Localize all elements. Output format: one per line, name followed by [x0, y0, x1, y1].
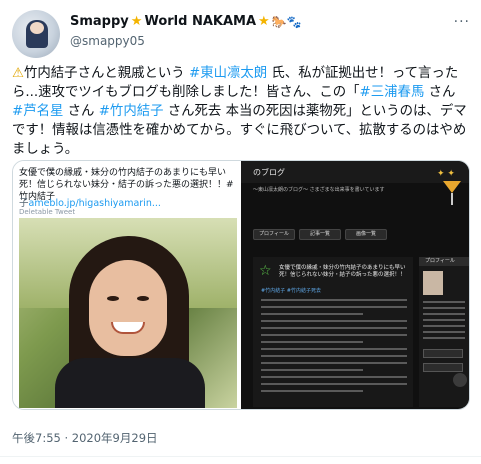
embedded-sub-label: Deletable Tweet — [19, 208, 76, 216]
horse-paw-emoji: 🐎🐾 — [271, 14, 302, 29]
scroll-top-button[interactable] — [453, 373, 467, 387]
blog-nav: プロフィール 記事一覧 画像一覧 — [253, 229, 387, 240]
blog-tagline: 〜東山凛太朗のブログ〜 さまざまな出来事を書いています — [253, 187, 385, 193]
tweet-header: Smappy ★ World NAKAMA ★ 🐎🐾 @smappy05 ··· — [12, 10, 472, 60]
divider — [0, 456, 481, 457]
tweet-text: ⚠竹内結子さんと親戚という #東山凛太朗 氏、私が証拠出せ！って言ったら...速… — [12, 64, 470, 159]
display-name[interactable]: Smappy ★ World NAKAMA ★ 🐎🐾 — [70, 14, 302, 29]
blog-nav-item[interactable]: プロフィール — [253, 229, 295, 240]
star-icon: ★ — [258, 14, 270, 29]
blog-post-hashtags[interactable]: #竹内結子 #竹内結子死去 — [261, 287, 321, 294]
photo-eye — [137, 296, 149, 301]
blog-nav-item[interactable]: 記事一覧 — [299, 229, 341, 240]
tweet-text-part: 竹内結子さんと親戚という — [24, 66, 189, 81]
warning-icon: ⚠ — [12, 66, 25, 81]
blog-nav-item[interactable]: 画像一覧 — [345, 229, 387, 240]
follow-button[interactable] — [423, 349, 463, 358]
hashtag-link[interactable]: #竹内結子 — [99, 104, 164, 119]
profile-text — [423, 301, 465, 343]
user-handle[interactable]: @smappy05 — [70, 34, 145, 48]
tweet-timestamp[interactable]: 午後7:55 · 2020年9月29日 — [12, 430, 158, 446]
media-card[interactable]: 女優で僕の縁戚・妹分の竹内結子のあまりにも早い死！信じられない妹分・結子の訴った… — [12, 160, 470, 410]
photo-face — [89, 260, 167, 356]
blog-title: のブログ — [253, 168, 285, 177]
display-name-prefix: Smappy — [70, 14, 129, 29]
profile-image — [423, 271, 443, 295]
tweet-text-part: さん — [63, 104, 99, 119]
photo-eye — [107, 296, 119, 301]
cocktail-icon: ✦ ✦ — [437, 169, 467, 209]
star-icon: ★ — [130, 14, 143, 29]
deleted-blog-screenshot[interactable]: のブログ 〜東山凛太朗のブログ〜 さまざまな出来事を書いています ✦ ✦ プロフ… — [241, 161, 469, 409]
star-outline-icon: ☆ — [259, 263, 272, 279]
embedded-link[interactable]: 子ameblo.jp/higashiyamarin... — [19, 195, 161, 209]
more-options-icon[interactable]: ··· — [454, 14, 470, 30]
hashtag-link[interactable]: #芦名星 — [12, 104, 63, 119]
hashtag-link[interactable]: #三浦春馬 — [360, 85, 425, 100]
hashtag-link[interactable]: #東山凛太朗 — [189, 66, 267, 81]
blog-header-bar: のブログ — [241, 161, 469, 183]
portrait-photo — [19, 218, 237, 408]
blog-post-title: 女優で僕の縁戚・妹分の竹内結子のあまりにも早い死！信じられない妹分・結子の訴った… — [279, 265, 406, 278]
blog-post-body — [261, 299, 407, 397]
deleted-tweet-screenshot[interactable]: 女優で僕の縁戚・妹分の竹内結子のあまりにも早い死！信じられない妹分・結子の訴った… — [13, 161, 240, 409]
display-name-middle: World NAKAMA — [144, 14, 257, 29]
avatar[interactable] — [12, 10, 60, 58]
glass-stem — [451, 193, 453, 205]
tweet-text-part: さん — [424, 85, 456, 100]
avatar-face — [30, 22, 44, 34]
photo-body — [55, 358, 205, 408]
profile-header: プロフィール — [419, 257, 469, 266]
blog-post: ☆ 女優で僕の縁戚・妹分の竹内結子のあまりにも早い死！信じられない妹分・結子の訴… — [253, 257, 413, 407]
sparkle-icon: ✦ ✦ — [437, 169, 455, 179]
glass-shape — [443, 181, 461, 193]
message-button[interactable] — [423, 363, 463, 372]
